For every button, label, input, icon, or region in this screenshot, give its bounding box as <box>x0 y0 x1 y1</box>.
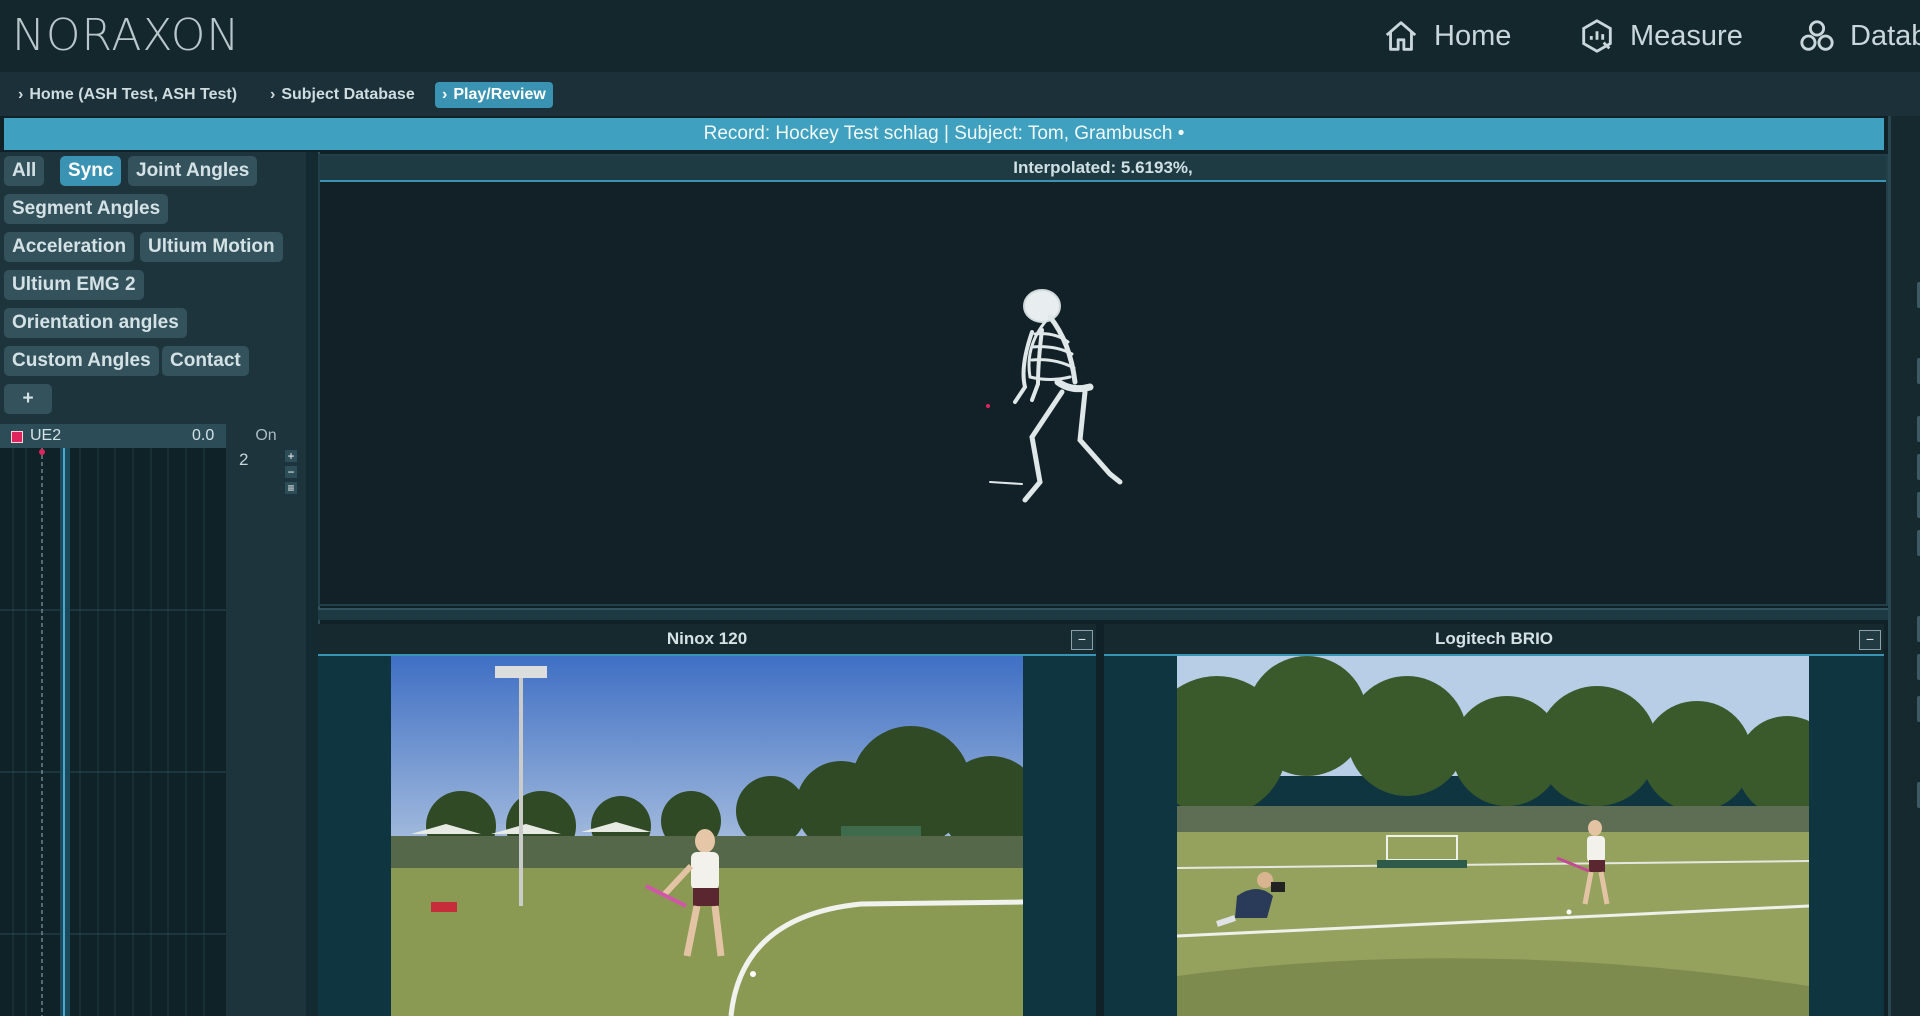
video-panel-ninox: Ninox 120 − <box>318 624 1096 1016</box>
nav-measure-label: Measure <box>1630 19 1743 52</box>
database-icon <box>1800 20 1834 51</box>
video-title-logitech: Logitech BRIO <box>1104 624 1884 656</box>
filter-acceleration[interactable]: Acceleration <box>4 232 135 262</box>
chart-grid <box>0 448 226 1016</box>
nav-measure[interactable]: Measure <box>1578 14 1743 58</box>
nav-database[interactable]: Datab <box>1798 14 1920 58</box>
add-filter-button[interactable]: + <box>4 384 52 414</box>
nav-home-label: Home <box>1434 19 1512 52</box>
video-frame-ninox[interactable] <box>391 656 1023 1016</box>
video-title-ninox: Ninox 120 <box>318 624 1096 656</box>
filter-all[interactable]: All <box>4 156 45 186</box>
chart-scale-panel: 2 + − ≡ <box>228 448 300 1016</box>
filter-custom-angles[interactable]: Custom Angles <box>4 346 159 376</box>
filter-joint-angles[interactable]: Joint Angles <box>128 156 258 186</box>
channel-color-swatch <box>11 431 23 443</box>
minimize-ninox-button[interactable]: − <box>1071 630 1093 650</box>
top-bar: NORAXON Home Measure Datab <box>0 0 1920 72</box>
channel-menu-button[interactable]: ≡ <box>285 482 297 494</box>
playhead-marker[interactable] <box>39 449 45 455</box>
channel-row-ue2[interactable]: UE2 0.0 On <box>0 424 306 448</box>
channel-toggle[interactable]: On <box>226 424 306 448</box>
channel-name: UE2 <box>30 427 62 444</box>
filter-orientation-angles[interactable]: Orientation angles <box>4 308 187 338</box>
chevron-right-icon: › <box>270 86 276 103</box>
filter-contact[interactable]: Contact <box>162 346 249 376</box>
filter-ultium-emg-2[interactable]: Ultium EMG 2 <box>4 270 144 300</box>
filter-sync[interactable]: Sync <box>60 156 122 186</box>
breadcrumb-home[interactable]: › Home (ASH Test, ASH Test) <box>18 82 237 108</box>
skeleton-figure <box>986 289 1123 503</box>
video-frame-logitech[interactable] <box>1177 656 1809 1016</box>
emg-chart[interactable] <box>0 448 226 1016</box>
minimize-logitech-button[interactable]: − <box>1859 630 1881 650</box>
record-title-bar: Record: Hockey Test schlag | Subject: To… <box>4 118 1884 150</box>
zoom-in-button[interactable]: + <box>285 450 297 462</box>
chevron-right-icon: › <box>18 86 24 103</box>
chevron-right-icon: › <box>442 86 448 103</box>
filter-ultium-motion[interactable]: Ultium Motion <box>140 232 283 262</box>
hockey-video-still-2 <box>1177 656 1809 1016</box>
home-icon <box>1385 21 1417 51</box>
scale-value: 2 <box>239 450 249 469</box>
filter-segment-angles[interactable]: Segment Angles <box>4 194 169 224</box>
right-side-panel <box>1888 116 1920 1016</box>
video-panel-logitech: Logitech BRIO − <box>1104 624 1884 1016</box>
horizontal-splitter[interactable] <box>318 608 1888 620</box>
skeleton-view[interactable]: Interpolated: 5.6193%, <box>318 154 1888 606</box>
measure-icon <box>1582 19 1612 53</box>
nav-home[interactable]: Home <box>1382 14 1511 58</box>
nav-database-label: Datab <box>1850 19 1920 52</box>
zoom-out-button[interactable]: − <box>285 466 297 478</box>
breadcrumb-subject-database[interactable]: › Subject Database <box>270 82 415 108</box>
breadcrumb: › Home (ASH Test, ASH Test) › Subject Data… <box>0 72 1920 116</box>
channel-value: 0.0 <box>192 427 215 444</box>
interpolation-status: Interpolated: 5.6193%, <box>320 156 1886 182</box>
noraxon-logo: NORAXON <box>12 10 241 61</box>
breadcrumb-play-review[interactable]: › Play/Review <box>435 82 553 108</box>
hockey-video-still-1 <box>391 656 1023 1016</box>
